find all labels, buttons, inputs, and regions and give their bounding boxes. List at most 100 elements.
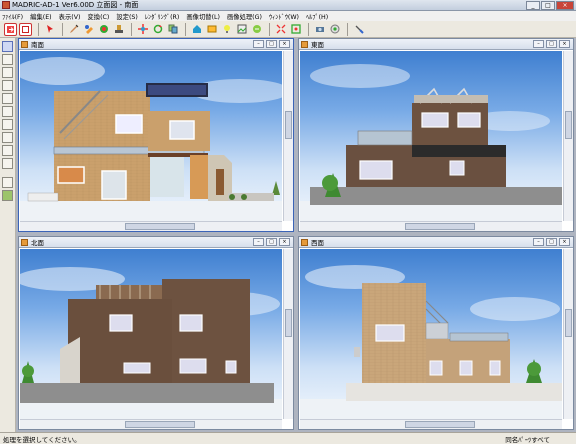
pane-west[interactable]: 西面 – □ × [298,236,574,430]
pane-close-button[interactable]: × [559,40,570,48]
roof-tool-icon[interactable] [2,80,13,91]
plant-tool-icon[interactable] [2,145,13,156]
pane-title: 北面 [31,239,44,247]
house-render-east [300,64,562,221]
pane-close-button[interactable]: × [279,40,290,48]
house-render-north [20,267,282,419]
menu-image-processing[interactable]: 画像処理(G) [227,12,262,21]
menu-help[interactable]: ﾍﾙﾌﾟ(H) [306,12,328,21]
pane-minimize-button[interactable]: – [533,40,544,48]
pane-icon [301,41,308,48]
maximize-button[interactable]: □ [541,1,555,10]
elevation-view-north[interactable] [20,249,282,419]
horizontal-scrollbar[interactable] [20,221,282,231]
scroll-thumb[interactable] [565,308,572,337]
menu-settings[interactable]: 設定(S) [116,12,138,21]
pointer-icon[interactable] [43,23,56,36]
wall-tool-icon[interactable] [2,67,13,78]
fit-icon[interactable] [289,23,302,36]
pane-minimize-button[interactable]: – [253,238,264,246]
vertical-scrollbar[interactable] [283,249,293,419]
render-icon[interactable] [205,23,218,36]
color-icon[interactable] [97,23,110,36]
horizontal-scrollbar[interactable] [300,221,562,231]
window-controls: _ □ × [526,1,574,10]
toolbar-divider [308,22,309,36]
scroll-thumb[interactable] [124,223,195,230]
menu-image-switch[interactable]: 画像切替(L) [186,12,220,21]
pane-minimize-button[interactable]: – [533,238,544,246]
menu-rendering[interactable]: ﾚﾝﾀﾞﾘﾝｸﾞ(R) [145,12,179,21]
grid-icon[interactable] [328,23,341,36]
elevation-view-south[interactable] [20,51,282,221]
stamp-icon[interactable] [112,23,125,36]
toolbar-divider [38,22,39,36]
scroll-thumb[interactable] [124,421,195,428]
minimize-button[interactable]: _ [526,1,540,10]
pane-title: 西面 [311,239,324,247]
window-title: MADRIC-AD-1 Ver6.00D 立面図 - 南面 [12,1,139,9]
house-icon[interactable] [190,23,203,36]
horizontal-scrollbar[interactable] [20,419,282,429]
color-tool-icon[interactable] [2,190,13,201]
vertical-scrollbar[interactable] [283,51,293,221]
status-bar: 処理を選択してください。 同名ﾊﾟｰﾂすべて [0,432,576,444]
menu-view[interactable]: 表示(V) [59,12,81,21]
menu-window[interactable]: ｳｨﾝﾄﾞｳ(W) [269,12,299,21]
pane-minimize-button[interactable]: – [253,40,264,48]
door-tool-icon[interactable] [2,106,13,117]
elevation-tool-icon[interactable] [2,41,13,52]
parts-tool-icon[interactable] [2,158,13,169]
image-icon[interactable] [235,23,248,36]
zoom-icon[interactable] [274,23,287,36]
mdi-workspace: 南面 – □ × 東面 – □ × 北面 – □ × 西面 – □ × [16,38,576,432]
pane-south[interactable]: 南面 – □ × [18,38,294,232]
pane-icon [21,41,28,48]
pane-maximize-button[interactable]: □ [266,238,277,246]
camera-icon[interactable] [313,23,326,36]
toolbar [0,21,576,38]
vertical-scrollbar[interactable] [563,51,573,221]
light-icon[interactable] [220,23,233,36]
fence-tool-icon[interactable] [2,119,13,130]
pane-north[interactable]: 北面 – □ × [18,236,294,430]
scroll-thumb[interactable] [404,421,475,428]
pane-title: 南面 [31,41,44,49]
page-tool-icon[interactable] [2,54,13,65]
exit-icon[interactable] [4,22,17,36]
pane-title-bar: 東面 – □ × [299,39,573,50]
house-render-west [300,265,562,419]
export-icon[interactable] [250,23,263,36]
pane-maximize-button[interactable]: □ [546,40,557,48]
title-bar: MADRIC-AD-1 Ver6.00D 立面図 - 南面 _ □ × [0,0,576,11]
pen-icon[interactable] [67,23,80,36]
copy-icon[interactable] [166,23,179,36]
toolbar-divider [185,22,186,36]
elevation-view-east[interactable] [300,51,562,221]
scroll-thumb[interactable] [404,223,475,230]
pane-close-button[interactable]: × [559,238,570,246]
new-icon[interactable] [19,22,32,36]
close-button[interactable]: × [556,1,574,10]
toolbar-divider [131,22,132,36]
elevation-view-west[interactable] [300,249,562,419]
paint-icon[interactable] [82,23,95,36]
scroll-thumb[interactable] [285,110,292,139]
rotate-icon[interactable] [151,23,164,36]
menu-edit[interactable]: 編集(E) [30,12,52,21]
window-tool-icon[interactable] [2,93,13,104]
pane-maximize-button[interactable]: □ [546,238,557,246]
balcony-tool-icon[interactable] [2,132,13,143]
layer-tool-icon[interactable] [2,177,13,188]
scroll-thumb[interactable] [285,308,292,337]
pane-maximize-button[interactable]: □ [266,40,277,48]
menu-file[interactable]: ﾌｧｲﾙ(F) [2,12,23,21]
menu-convert[interactable]: 変換(C) [87,12,109,21]
vertical-scrollbar[interactable] [563,249,573,419]
scroll-thumb[interactable] [565,110,572,139]
pane-close-button[interactable]: × [279,238,290,246]
horizontal-scrollbar[interactable] [300,419,562,429]
help-icon[interactable] [352,23,365,36]
pane-east[interactable]: 東面 – □ × [298,38,574,232]
move-icon[interactable] [136,23,149,36]
